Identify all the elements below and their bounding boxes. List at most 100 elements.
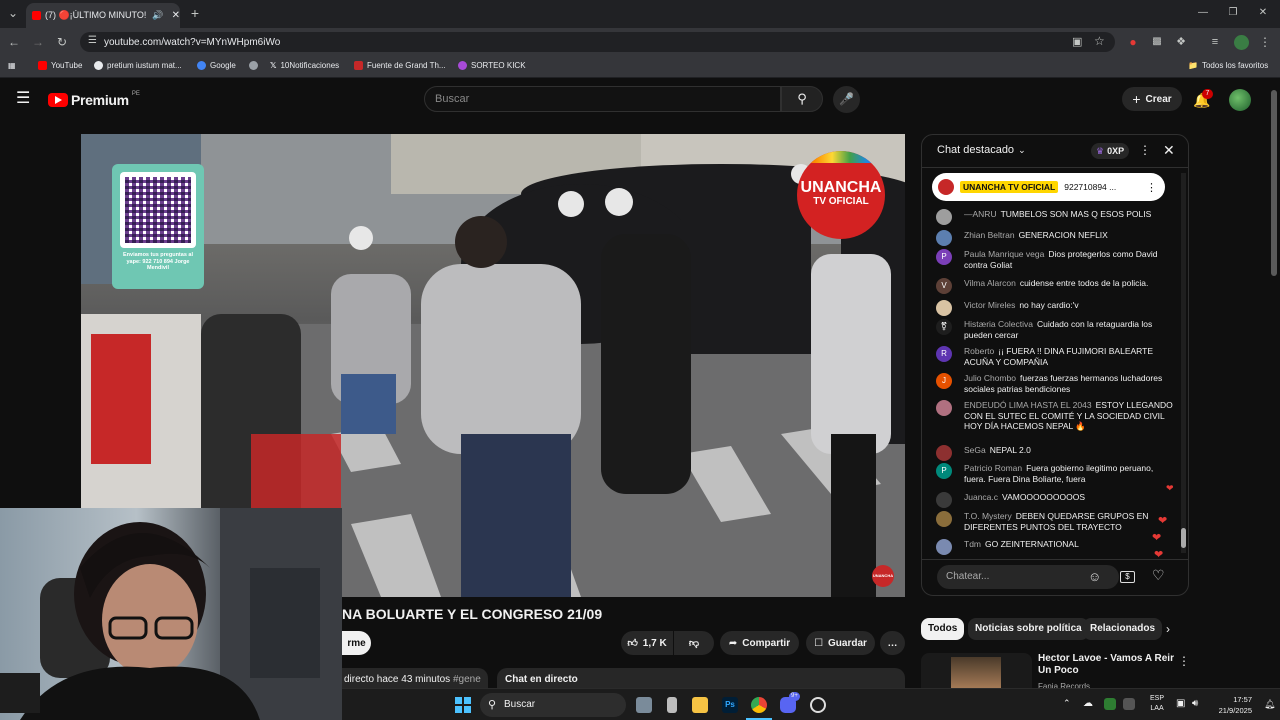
page-scrollbar-thumb[interactable] — [1271, 90, 1277, 276]
chat-mode-dropdown[interactable]: Chat destacado ⌄ — [937, 144, 1026, 156]
bookmark-youtube[interactable]: YouTube — [38, 61, 82, 70]
tab-search-chevron-icon[interactable]: ⌄ — [6, 6, 20, 20]
browser-menu-icon[interactable]: ⋮ — [1258, 35, 1272, 49]
tray-chevron-icon[interactable]: ⌃ — [1063, 698, 1071, 709]
tab-active[interactable]: (7) 🔴¡ÚLTIMO MINUTO! M 🔊 ✕ — [26, 3, 180, 28]
chat-scrollbar[interactable] — [1181, 173, 1186, 553]
clock-date: 21/9/2025 — [1218, 706, 1252, 715]
bookmark-sorteo[interactable]: SORTEO KICK — [458, 61, 526, 70]
forward-icon[interactable]: → — [30, 35, 46, 49]
chip-relacionados[interactable]: Relacionados — [1083, 618, 1163, 640]
youtube-icon — [38, 61, 47, 70]
audio-playing-icon[interactable]: 🔊 — [152, 10, 163, 21]
apps-grid-icon[interactable]: ▦ — [8, 61, 16, 70]
emoji-icon[interactable]: ☺ — [1088, 569, 1101, 584]
bookmark-pretium[interactable]: pretium iustum mat... — [94, 61, 182, 70]
restore-icon[interactable]: ❐ — [1226, 6, 1240, 20]
chrome-icon[interactable] — [751, 697, 767, 713]
like-button[interactable]: 👍︎ 1,7 K — [621, 631, 673, 655]
chips-next-icon[interactable]: › — [1166, 622, 1170, 636]
super-chat-icon[interactable]: $ — [1120, 571, 1135, 583]
dislike-button[interactable]: 👎︎ — [674, 631, 714, 655]
subscribe-button[interactable]: rme — [342, 631, 371, 655]
site-info-icon[interactable]: ☰ — [88, 35, 97, 46]
notification-center-icon[interactable]: 🔔︎ — [1264, 699, 1275, 710]
chat-avatar — [936, 209, 952, 225]
address-bar[interactable]: ☰ youtube.com/watch?v=MYnWHpm6iWo ▣ ☆ — [80, 32, 1115, 52]
chat-author: Juanca.c — [964, 492, 999, 502]
chat-more-icon[interactable]: ⋮ — [1139, 143, 1151, 157]
profile-avatar[interactable] — [1234, 35, 1249, 50]
new-tab-button[interactable]: + — [188, 6, 202, 20]
bookmark-label: Fuente de Grand Th... — [367, 61, 446, 70]
chat-message: Tdm GO ZEINTERNATIONAL — [936, 539, 1176, 555]
pinned-message[interactable]: UNANCHA TV OFICIAL 922710894 ... ⋮ — [932, 173, 1165, 201]
x-logo-icon: 𝕏 — [270, 61, 277, 70]
extension-record-icon[interactable]: ● — [1126, 35, 1140, 49]
suggested-video-thumbnail[interactable] — [921, 653, 1032, 688]
voice-search-button[interactable]: 🎤 — [833, 86, 860, 113]
chat-avatar — [936, 539, 952, 555]
save-label: Guardar — [828, 637, 867, 649]
bookmarks-bar: ▦ YouTube pretium iustum mat... Google 𝕏… — [0, 56, 1280, 78]
tray-app-icon[interactable] — [1104, 698, 1116, 710]
youtube-premium-logo[interactable]: Premium PE — [48, 91, 140, 108]
volume-icon[interactable]: 🔊︎ — [1192, 698, 1198, 709]
plus-icon: + — [1132, 91, 1141, 107]
taskbar-search[interactable]: ⚲ Buscar — [480, 693, 626, 717]
create-button[interactable]: + Crear — [1122, 87, 1182, 111]
hashtag[interactable]: #gene — [453, 674, 481, 685]
chat-message: R Roberto ¡¡ FUERA !! DINA FUJIMORI BALEAR… — [936, 346, 1176, 367]
clock[interactable]: 17:57 21/9/2025 — [1212, 694, 1252, 716]
bookmark-star-icon[interactable]: ☆ — [1094, 34, 1105, 48]
file-explorer-icon[interactable] — [692, 697, 708, 713]
chat-author: ENDEUDÓ LIMA HASTA EL 2043 — [964, 400, 1092, 410]
bookmark-globe[interactable] — [249, 61, 258, 70]
chip-noticias[interactable]: Noticias sobre política — [968, 618, 1089, 640]
windows-start-icon[interactable] — [455, 697, 471, 713]
minimize-icon[interactable]: — — [1196, 6, 1210, 20]
chat-scrollbar-thumb[interactable] — [1181, 528, 1186, 548]
onedrive-cloud-icon[interactable]: ☁ — [1083, 698, 1093, 709]
hamburger-menu-icon[interactable]: ☰ — [16, 91, 32, 107]
bookmark-fuente[interactable]: Fuente de Grand Th... — [354, 61, 446, 70]
more-actions-button[interactable]: … — [880, 631, 905, 655]
pinned-author: UNANCHA TV OFICIAL — [960, 181, 1059, 193]
search-input[interactable]: Buscar — [424, 86, 781, 112]
search-button[interactable]: ⚲ — [781, 86, 823, 112]
close-tab-icon[interactable]: ✕ — [172, 10, 180, 21]
points-badge[interactable]: ♛ 0XP — [1091, 143, 1130, 159]
account-avatar[interactable] — [1229, 89, 1251, 111]
share-button[interactable]: ➦ Compartir — [720, 631, 799, 655]
close-window-icon[interactable]: ✕ — [1256, 6, 1270, 20]
live-chat-panel: Chat destacado ⌄ ♛ 0XP ⋮ ✕ UNANCHA TV OFI… — [921, 134, 1189, 596]
chat-message: P Patricio Roman Fuera gobierno ilegitimo … — [936, 463, 1176, 484]
app-circle-icon[interactable] — [810, 697, 826, 713]
bookmark-google[interactable]: Google — [197, 61, 236, 70]
suggested-video-title[interactable]: Hector Lavoe - Vamos A Reir Un Poco — [1038, 653, 1176, 677]
clock-time: 17:57 — [1233, 695, 1252, 704]
network-icon[interactable]: ▣ — [1176, 698, 1185, 709]
reading-list-icon[interactable]: ≡ — [1208, 35, 1222, 49]
google-icon — [197, 61, 206, 70]
tray-app-icon[interactable] — [1123, 698, 1135, 710]
qr-code-card: Enviamos tus preguntas al yape: 922 710 … — [112, 164, 204, 289]
back-icon[interactable]: ← — [6, 35, 22, 49]
extensions-puzzle-icon[interactable]: ❖ — [1174, 35, 1188, 49]
task-view-icon[interactable] — [636, 697, 652, 713]
install-app-icon[interactable]: ▣ — [1072, 35, 1082, 48]
app-icon[interactable] — [667, 697, 677, 713]
bookmark-10notificaciones[interactable]: 𝕏 10Notificaciones — [270, 61, 339, 70]
heart-reaction-icon[interactable]: ♡ — [1152, 567, 1165, 584]
all-bookmarks-folder[interactable]: 📁 Todos los favoritos — [1188, 61, 1268, 70]
close-chat-icon[interactable]: ✕ — [1163, 142, 1175, 159]
reload-icon[interactable]: ↻ — [54, 35, 70, 49]
pinned-more-icon[interactable]: ⋮ — [1146, 181, 1157, 194]
language-indicator[interactable]: ESP LAA — [1150, 694, 1164, 714]
thumbs-up-icon: 👍︎ — [627, 638, 638, 649]
suggested-more-icon[interactable]: ⋮ — [1178, 654, 1190, 668]
chip-todos[interactable]: Todos — [921, 618, 965, 640]
save-button[interactable]: ☐ Guardar — [806, 631, 875, 655]
photoshop-icon[interactable]: Ps — [722, 697, 738, 713]
extension-icon[interactable]: ▩ — [1150, 35, 1164, 49]
